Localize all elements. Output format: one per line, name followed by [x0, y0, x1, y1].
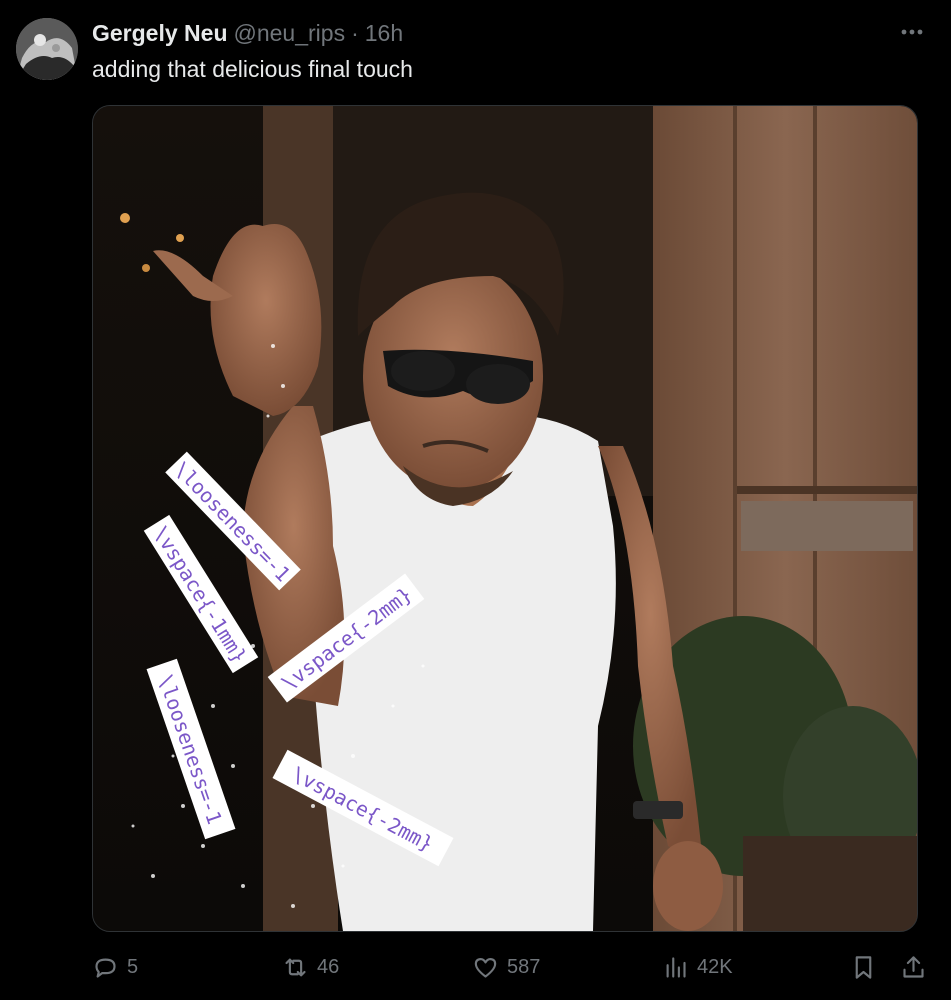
views-count: 42K: [697, 955, 733, 978]
reply-icon: [95, 958, 116, 978]
tweet-header: Gergely Neu @neu_rips · 16h: [92, 20, 403, 50]
tweet-media[interactable]: \looseness=-1 \vspace{-1mm} \vspace{-2mm…: [92, 105, 918, 932]
more-options-button[interactable]: [899, 22, 925, 42]
avatar[interactable]: [16, 18, 78, 80]
retweet-count: 46: [317, 955, 340, 978]
share-button[interactable]: [900, 948, 927, 986]
bookmark-icon: [855, 955, 872, 979]
like-icon: [474, 957, 497, 978]
author-name[interactable]: Gergely Neu: [92, 20, 228, 47]
meme-image: \looseness=-1 \vspace{-1mm} \vspace{-2mm…: [93, 106, 917, 931]
like-count: 587: [507, 955, 541, 978]
separator-dot: ·: [351, 20, 359, 46]
more-icon: [901, 29, 923, 35]
views-icon: [666, 956, 686, 978]
timestamp[interactable]: 16h: [365, 20, 403, 47]
author-handle[interactable]: @neu_rips: [234, 20, 346, 47]
avatar-image: [16, 18, 78, 80]
reply-button[interactable]: 5: [92, 948, 138, 986]
retweet-button[interactable]: 46: [282, 948, 339, 986]
tweet-actions: 5 46 587 42K: [92, 948, 928, 986]
reply-count: 5: [127, 955, 139, 978]
views-button[interactable]: 42K: [662, 948, 733, 986]
tweet-text: adding that delicious final touch: [92, 56, 413, 82]
share-icon: [903, 955, 924, 978]
bookmark-button[interactable]: [850, 948, 877, 986]
like-button[interactable]: 587: [472, 948, 540, 986]
retweet-icon: [285, 958, 306, 976]
